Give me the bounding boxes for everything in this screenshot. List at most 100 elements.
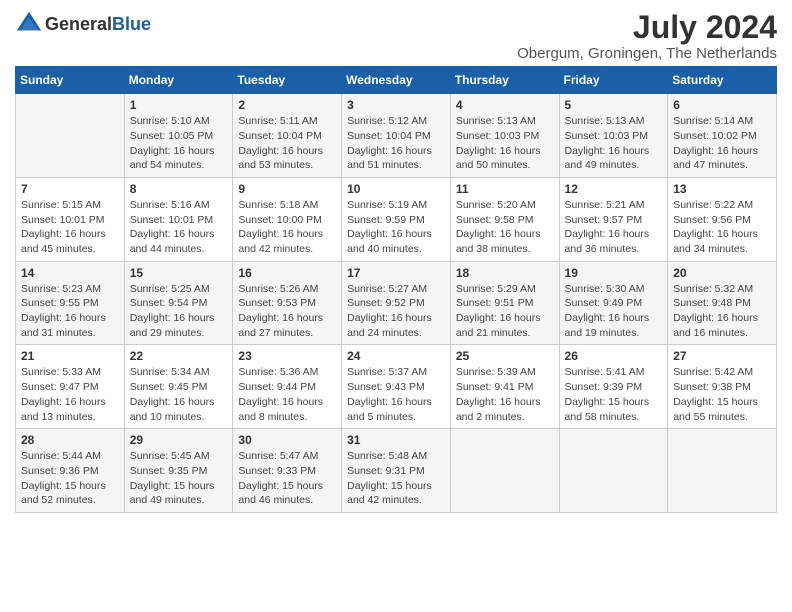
calendar-cell bbox=[16, 94, 125, 178]
header-friday: Friday bbox=[559, 67, 668, 94]
day-info: Sunrise: 5:11 AM Sunset: 10:04 PM Daylig… bbox=[238, 114, 336, 173]
calendar-cell: 9 Sunrise: 5:18 AM Sunset: 10:00 PM Dayli… bbox=[233, 177, 342, 261]
day-number: 5 bbox=[565, 98, 663, 112]
day-number: 10 bbox=[347, 182, 445, 196]
day-number: 3 bbox=[347, 98, 445, 112]
day-number: 27 bbox=[673, 349, 771, 363]
day-info: Sunrise: 5:34 AM Sunset: 9:45 PM Dayligh… bbox=[130, 365, 228, 424]
day-info: Sunrise: 5:33 AM Sunset: 9:47 PM Dayligh… bbox=[21, 365, 119, 424]
calendar-cell: 14Sunrise: 5:23 AM Sunset: 9:55 PM Dayli… bbox=[16, 261, 125, 345]
day-info: Sunrise: 5:47 AM Sunset: 9:33 PM Dayligh… bbox=[238, 449, 336, 508]
calendar-cell: 16Sunrise: 5:26 AM Sunset: 9:53 PM Dayli… bbox=[233, 261, 342, 345]
calendar-cell: 25 Sunrise: 5:39 AM Sunset: 9:41 PM Dayli… bbox=[450, 345, 559, 429]
calendar-header-row: SundayMondayTuesdayWednesdayThursdayFrid… bbox=[16, 67, 777, 94]
calendar-cell bbox=[668, 429, 777, 513]
logo-blue-text: Blue bbox=[112, 14, 151, 34]
day-info: Sunrise: 5:37 AM Sunset: 9:43 PM Dayligh… bbox=[347, 365, 445, 424]
day-info: Sunrise: 5:20 AM Sunset: 9:58 PM Dayligh… bbox=[456, 198, 554, 257]
calendar-cell: 1Sunrise: 5:10 AM Sunset: 10:05 PM Dayli… bbox=[124, 94, 233, 178]
day-number: 18 bbox=[456, 266, 554, 280]
calendar-cell: 12 Sunrise: 5:21 AM Sunset: 9:57 PM Dayli… bbox=[559, 177, 668, 261]
calendar-cell: 30Sunrise: 5:47 AM Sunset: 9:33 PM Dayli… bbox=[233, 429, 342, 513]
calendar-cell: 23Sunrise: 5:36 AM Sunset: 9:44 PM Dayli… bbox=[233, 345, 342, 429]
day-number: 4 bbox=[456, 98, 554, 112]
day-info: Sunrise: 5:16 AM Sunset: 10:01 PM Daylig… bbox=[130, 198, 228, 257]
day-info: Sunrise: 5:48 AM Sunset: 9:31 PM Dayligh… bbox=[347, 449, 445, 508]
calendar-week-row: 28Sunrise: 5:44 AM Sunset: 9:36 PM Dayli… bbox=[16, 429, 777, 513]
day-number: 22 bbox=[130, 349, 228, 363]
title-block: July 2024 Obergum, Groningen, The Nether… bbox=[517, 10, 777, 62]
header-sunday: Sunday bbox=[16, 67, 125, 94]
day-info: Sunrise: 5:12 AM Sunset: 10:04 PM Daylig… bbox=[347, 114, 445, 173]
header-thursday: Thursday bbox=[450, 67, 559, 94]
calendar-cell: 6 Sunrise: 5:14 AM Sunset: 10:02 PM Dayli… bbox=[668, 94, 777, 178]
calendar-cell: 19 Sunrise: 5:30 AM Sunset: 9:49 PM Dayli… bbox=[559, 261, 668, 345]
day-info: Sunrise: 5:15 AM Sunset: 10:01 PM Daylig… bbox=[21, 198, 119, 257]
day-number: 31 bbox=[347, 433, 445, 447]
calendar-cell: 13 Sunrise: 5:22 AM Sunset: 9:56 PM Dayli… bbox=[668, 177, 777, 261]
day-number: 12 bbox=[565, 182, 663, 196]
day-number: 19 bbox=[565, 266, 663, 280]
day-info: Sunrise: 5:22 AM Sunset: 9:56 PM Dayligh… bbox=[673, 198, 771, 257]
day-number: 23 bbox=[238, 349, 336, 363]
calendar-cell: 17 Sunrise: 5:27 AM Sunset: 9:52 PM Dayli… bbox=[342, 261, 451, 345]
day-number: 2 bbox=[238, 98, 336, 112]
calendar-cell bbox=[559, 429, 668, 513]
calendar-week-row: 14Sunrise: 5:23 AM Sunset: 9:55 PM Dayli… bbox=[16, 261, 777, 345]
calendar-cell: 20Sunrise: 5:32 AM Sunset: 9:48 PM Dayli… bbox=[668, 261, 777, 345]
day-number: 17 bbox=[347, 266, 445, 280]
day-number: 28 bbox=[21, 433, 119, 447]
day-info: Sunrise: 5:41 AM Sunset: 9:39 PM Dayligh… bbox=[565, 365, 663, 424]
day-info: Sunrise: 5:42 AM Sunset: 9:38 PM Dayligh… bbox=[673, 365, 771, 424]
day-info: Sunrise: 5:21 AM Sunset: 9:57 PM Dayligh… bbox=[565, 198, 663, 257]
calendar-cell: 28Sunrise: 5:44 AM Sunset: 9:36 PM Dayli… bbox=[16, 429, 125, 513]
calendar-cell: 22 Sunrise: 5:34 AM Sunset: 9:45 PM Dayli… bbox=[124, 345, 233, 429]
calendar-cell: 27 Sunrise: 5:42 AM Sunset: 9:38 PM Dayli… bbox=[668, 345, 777, 429]
day-info: Sunrise: 5:30 AM Sunset: 9:49 PM Dayligh… bbox=[565, 282, 663, 341]
day-info: Sunrise: 5:18 AM Sunset: 10:00 PM Daylig… bbox=[238, 198, 336, 257]
day-info: Sunrise: 5:26 AM Sunset: 9:53 PM Dayligh… bbox=[238, 282, 336, 341]
day-info: Sunrise: 5:39 AM Sunset: 9:41 PM Dayligh… bbox=[456, 365, 554, 424]
header-saturday: Saturday bbox=[668, 67, 777, 94]
month-title: July 2024 bbox=[517, 10, 777, 45]
day-info: Sunrise: 5:45 AM Sunset: 9:35 PM Dayligh… bbox=[130, 449, 228, 508]
day-info: Sunrise: 5:14 AM Sunset: 10:02 PM Daylig… bbox=[673, 114, 771, 173]
calendar-week-row: 1Sunrise: 5:10 AM Sunset: 10:05 PM Dayli… bbox=[16, 94, 777, 178]
day-number: 7 bbox=[21, 182, 119, 196]
calendar-cell: 31 Sunrise: 5:48 AM Sunset: 9:31 PM Dayli… bbox=[342, 429, 451, 513]
calendar-cell: 11 Sunrise: 5:20 AM Sunset: 9:58 PM Dayli… bbox=[450, 177, 559, 261]
calendar-cell: 10Sunrise: 5:19 AM Sunset: 9:59 PM Dayli… bbox=[342, 177, 451, 261]
day-number: 8 bbox=[130, 182, 228, 196]
day-number: 25 bbox=[456, 349, 554, 363]
logo-icon bbox=[15, 10, 43, 38]
calendar-cell: 26 Sunrise: 5:41 AM Sunset: 9:39 PM Dayli… bbox=[559, 345, 668, 429]
location-title: Obergum, Groningen, The Netherlands bbox=[517, 45, 777, 62]
calendar-cell: 18 Sunrise: 5:29 AM Sunset: 9:51 PM Dayli… bbox=[450, 261, 559, 345]
day-number: 29 bbox=[130, 433, 228, 447]
day-info: Sunrise: 5:25 AM Sunset: 9:54 PM Dayligh… bbox=[130, 282, 228, 341]
calendar-cell: 2 Sunrise: 5:11 AM Sunset: 10:04 PM Dayli… bbox=[233, 94, 342, 178]
calendar-cell: 21Sunrise: 5:33 AM Sunset: 9:47 PM Dayli… bbox=[16, 345, 125, 429]
day-number: 1 bbox=[130, 98, 228, 112]
calendar-cell: 8 Sunrise: 5:16 AM Sunset: 10:01 PM Dayli… bbox=[124, 177, 233, 261]
day-number: 6 bbox=[673, 98, 771, 112]
calendar-cell: 7 Sunrise: 5:15 AM Sunset: 10:01 PM Dayli… bbox=[16, 177, 125, 261]
logo-general-text: General bbox=[45, 14, 112, 34]
calendar-cell: 15Sunrise: 5:25 AM Sunset: 9:54 PM Dayli… bbox=[124, 261, 233, 345]
calendar-cell bbox=[450, 429, 559, 513]
logo: GeneralBlue bbox=[15, 10, 151, 38]
day-number: 13 bbox=[673, 182, 771, 196]
calendar-week-row: 7 Sunrise: 5:15 AM Sunset: 10:01 PM Dayli… bbox=[16, 177, 777, 261]
day-number: 11 bbox=[456, 182, 554, 196]
header-tuesday: Tuesday bbox=[233, 67, 342, 94]
day-number: 9 bbox=[238, 182, 336, 196]
day-info: Sunrise: 5:29 AM Sunset: 9:51 PM Dayligh… bbox=[456, 282, 554, 341]
page-header: GeneralBlue July 2024 Obergum, Groningen… bbox=[15, 10, 777, 62]
header-monday: Monday bbox=[124, 67, 233, 94]
day-number: 26 bbox=[565, 349, 663, 363]
calendar-table: SundayMondayTuesdayWednesdayThursdayFrid… bbox=[15, 66, 777, 513]
day-info: Sunrise: 5:13 AM Sunset: 10:03 PM Daylig… bbox=[456, 114, 554, 173]
calendar-week-row: 21Sunrise: 5:33 AM Sunset: 9:47 PM Dayli… bbox=[16, 345, 777, 429]
day-info: Sunrise: 5:27 AM Sunset: 9:52 PM Dayligh… bbox=[347, 282, 445, 341]
header-wednesday: Wednesday bbox=[342, 67, 451, 94]
